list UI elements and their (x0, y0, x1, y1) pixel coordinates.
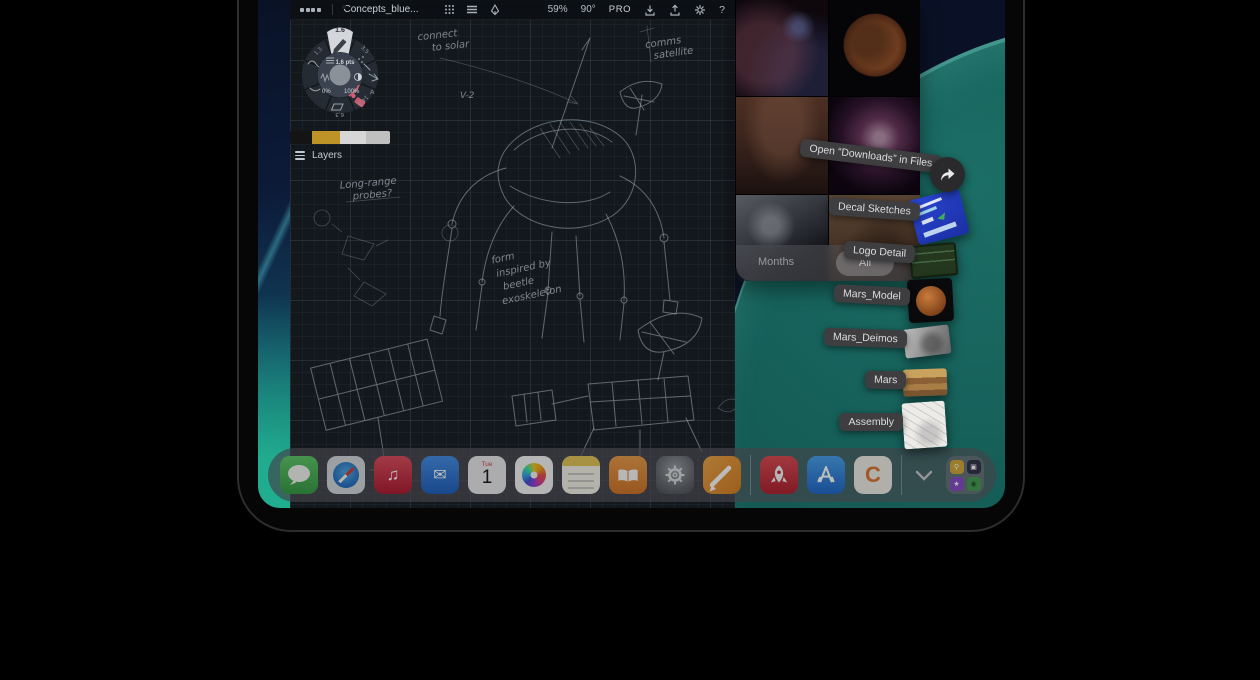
drag-label: Mars (865, 371, 907, 390)
dock-app-rocket[interactable] (760, 456, 798, 494)
layer-stack-icon[interactable] (466, 4, 478, 15)
dock-app-c[interactable]: C (854, 456, 892, 494)
drag-thumb-mars-deimos[interactable] (902, 324, 951, 358)
dock-collapse-chevron[interactable] (911, 456, 937, 494)
forward-arrow-icon (939, 167, 956, 182)
stage: connect to solar comms satellite V-2 Lon… (0, 0, 1260, 680)
open-book-icon (617, 468, 639, 483)
dock-app-books[interactable] (609, 456, 647, 494)
toolbar-divider (332, 4, 333, 15)
swatch-black[interactable] (290, 131, 312, 144)
appstore-icon (811, 460, 841, 490)
app-library-mini-camera: ▣ (967, 460, 981, 474)
tool-wheel[interactable]: 1.6 A (296, 18, 384, 127)
concepts-toolbar: Concepts_blue... 59% 90° PRO (290, 0, 735, 20)
dock-app-drawing[interactable] (703, 456, 741, 494)
pen-icon (703, 456, 741, 494)
drag-label: Mars_Deimos (824, 328, 907, 349)
concepts-canvas[interactable]: connect to solar comms satellite V-2 Lon… (290, 0, 735, 508)
ipad-screen: connect to solar comms satellite V-2 Lon… (258, 0, 1005, 508)
music-note-icon: ♫ (387, 465, 400, 485)
import-icon[interactable] (644, 4, 656, 16)
ring-value-4: 6.3 (335, 111, 344, 117)
pen-nib-icon[interactable] (489, 4, 501, 16)
opacity-min: 0% (322, 89, 331, 95)
swatch-lightgray[interactable] (340, 131, 366, 144)
share-forward-button[interactable] (930, 157, 965, 192)
dock-app-photos[interactable] (515, 456, 553, 494)
drag-thumb-mars-model[interactable] (907, 278, 954, 323)
photo-horsehead-nebula[interactable] (736, 0, 828, 96)
dock-app-library[interactable]: ⚲ ▣ ★ ◉ (946, 456, 984, 494)
swatch-selected-dot (342, 5, 346, 9)
wheel-center-knob[interactable] (330, 65, 351, 86)
photos-flower-icon (522, 463, 546, 487)
dot-grid-icon[interactable] (444, 4, 455, 15)
drag-label: Assembly (839, 413, 903, 431)
layers-menu-icon (295, 151, 305, 160)
dock-app-appstore[interactable] (807, 456, 845, 494)
swatch-gray[interactable] (366, 131, 390, 144)
opacity-max: 100% (344, 89, 360, 95)
layers-button[interactable]: Layers (295, 150, 342, 161)
gear-icon (664, 464, 686, 486)
export-share-icon[interactable] (669, 4, 681, 16)
photo-mars-planet[interactable] (829, 0, 920, 96)
annotation-probes: probes? (351, 188, 393, 203)
ipad-device-frame: connect to solar comms satellite V-2 Lon… (237, 0, 1025, 532)
drag-thumb-assembly[interactable] (901, 401, 947, 450)
dock-divider (901, 455, 902, 495)
zoom-level[interactable]: 59% (548, 4, 568, 15)
active-tool-value: 1.6 (335, 27, 345, 34)
chevron-down-icon (915, 469, 933, 481)
c-app-letter: C (865, 462, 881, 488)
dock-app-notes[interactable] (562, 456, 600, 494)
segment-months[interactable]: Months (758, 256, 794, 268)
layers-label: Layers (312, 150, 342, 161)
text-tool-icon[interactable]: A (370, 89, 375, 96)
dock-app-calendar[interactable]: Tue 1 (468, 456, 506, 494)
rotation-value[interactable]: 90° (581, 4, 596, 15)
drag-thumb-mars[interactable] (903, 368, 948, 397)
dock-app-messages[interactable] (280, 456, 318, 494)
dock: ♫ ✉ Tue 1 (268, 448, 996, 502)
settings-gear-icon[interactable] (694, 4, 706, 16)
app-library-mini-yellow: ⚲ (950, 460, 964, 474)
photos-window: Months All (735, 0, 920, 281)
color-swatch-strip[interactable] (290, 131, 390, 144)
dock-divider (750, 455, 751, 495)
envelope-icon: ✉ (433, 465, 446, 485)
app-library-mini-star: ★ (950, 477, 964, 491)
app-grid-icon[interactable] (300, 8, 321, 12)
annotation-form: form (490, 251, 516, 267)
document-title[interactable]: Concepts_blue... (344, 4, 419, 15)
wallpaper-left-sliver (258, 0, 292, 508)
rocket-icon (766, 462, 792, 488)
help-button[interactable]: ? (719, 4, 725, 16)
dock-app-safari[interactable] (327, 456, 365, 494)
drag-thumb-logo-detail[interactable] (909, 242, 959, 279)
pro-badge[interactable]: PRO (609, 4, 631, 15)
swatch-gold[interactable] (312, 131, 340, 144)
annotation-v2: V-2 (460, 91, 475, 101)
dock-app-mail[interactable]: ✉ (421, 456, 459, 494)
app-library-mini-green: ◉ (967, 477, 981, 491)
dock-app-music[interactable]: ♫ (374, 456, 412, 494)
dock-app-settings[interactable] (656, 456, 694, 494)
photos-grid (736, 0, 920, 281)
calendar-day: 1 (482, 468, 493, 487)
